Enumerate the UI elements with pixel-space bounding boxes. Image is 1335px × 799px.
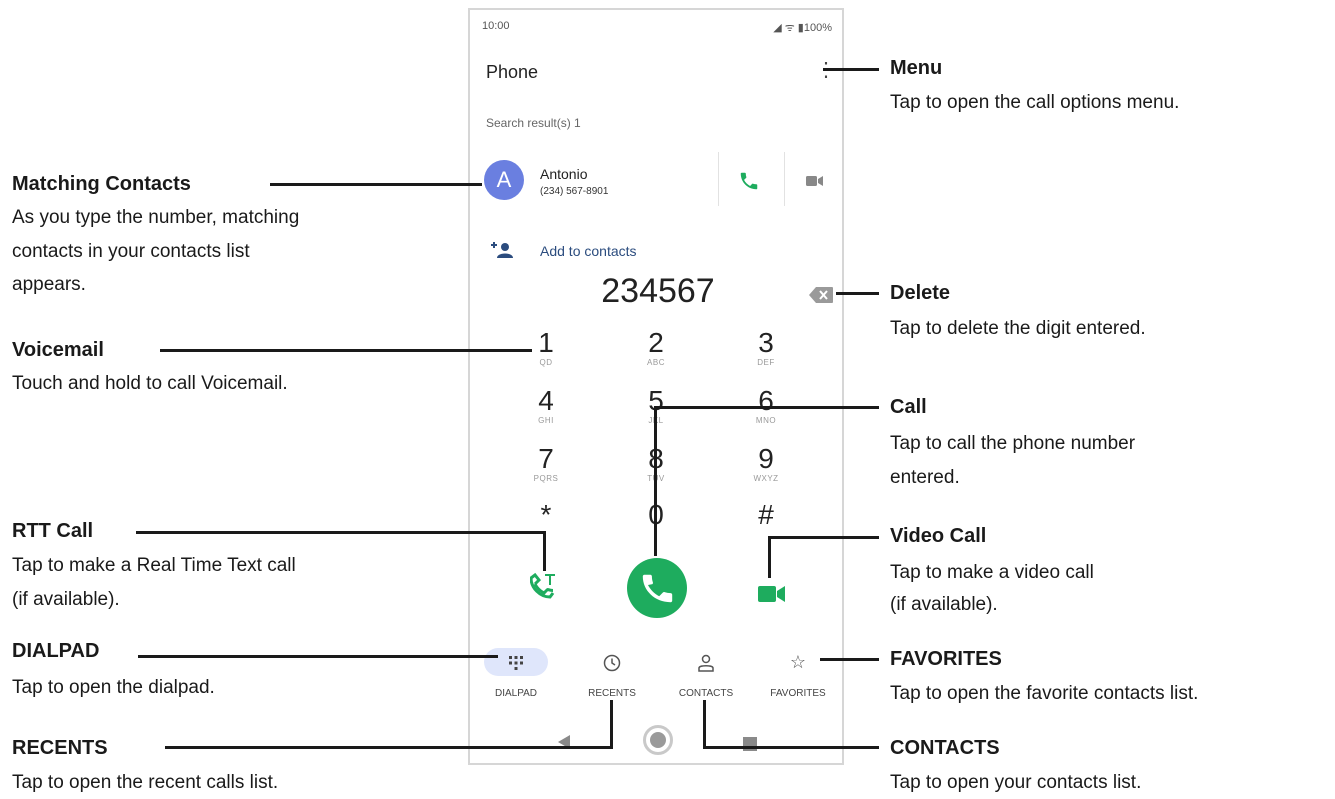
callout-line-video [770,536,879,539]
callout-voicemail-desc: Touch and hold to call Voicemail. [12,373,288,394]
key-2[interactable]: 2 ABC [626,328,686,368]
tab-dialpad-label[interactable]: DIALPAD [471,688,561,699]
clock-icon [603,652,621,672]
divider [784,152,785,206]
callout-contacts-desc: Tap to open your contacts list. [890,772,1142,793]
call-button[interactable] [627,558,687,618]
callout-rtt-title: RTT Call [12,520,94,542]
callout-delete-title: Delete [890,282,951,304]
callout-line-contacts-vertical [703,700,706,749]
tab-favorites-label[interactable]: FAVORITES [753,688,843,699]
callout-video-title: Video Call [890,525,987,547]
app-title: Phone [486,62,539,82]
key-star[interactable]: * [516,500,576,530]
tab-recents-label[interactable]: RECENTS [567,688,657,699]
callout-dialpad-desc: Tap to open the dialpad. [12,677,215,698]
callout-call-desc-2: entered. [890,467,960,488]
callout-rtt-desc-2: (if available). [12,589,120,610]
contact-video-icon[interactable] [806,174,824,193]
callout-favorites-title: FAVORITES [890,648,1002,670]
tab-favorites[interactable]: ☆ [766,648,830,676]
divider [718,152,719,206]
contact-number: (234) 567-8901 [540,186,609,197]
callout-line-voicemail [160,349,532,352]
callout-line-call-vertical [654,406,657,556]
callout-delete-desc: Tap to delete the digit entered. [890,318,1146,339]
matching-contact-row[interactable]: A Antonio (234) 567-8901 [470,150,846,210]
avatar: A [484,160,524,200]
status-indicators: ◢ ᯤ ▮100% [773,22,832,34]
backspace-icon[interactable] [808,286,834,309]
contact-call-icon[interactable] [738,170,760,197]
callout-menu-desc: Tap to open the call options menu. [890,92,1180,113]
contact-name: Antonio [540,166,588,182]
callout-line-dialpad [138,655,498,658]
back-nav-icon[interactable] [557,734,571,755]
add-to-contacts-link[interactable]: Add to contacts [540,243,637,259]
rtt-call-icon[interactable] [529,572,558,607]
person-icon [697,652,715,672]
phone-screen: 10:00 ◢ ᯤ ▮100% Phone ⋮ Search result(s)… [468,8,844,765]
callout-favorites-desc: Tap to open the favorite contacts list. [890,683,1199,704]
callout-line-rtt-vertical [543,531,546,571]
key-4[interactable]: 4 GHI [516,386,576,426]
callout-line-matching [270,183,482,186]
callout-video-desc-1: Tap to make a video call [890,562,1094,583]
tab-recents[interactable] [580,648,644,676]
callout-recents-desc: Tap to open the recent calls list. [12,772,279,793]
search-result-count: Search result(s) 1 [486,116,581,130]
callout-matching-desc-2: contacts in your contacts list [12,241,250,262]
callout-recents-title: RECENTS [12,737,108,759]
star-icon: ☆ [789,652,807,672]
callout-menu-title: Menu [890,57,943,79]
callout-line-call [655,406,879,409]
callout-call-desc-1: Tap to call the phone number [890,433,1136,454]
callout-line-menu [823,68,879,71]
callout-matching-title: Matching Contacts [12,173,191,195]
key-9[interactable]: 9 WXYZ [736,444,796,484]
dialpad-icon [508,652,524,672]
callout-line-favorites [820,658,879,661]
tab-contacts-label[interactable]: CONTACTS [661,688,751,699]
status-time: 10:00 [482,20,510,32]
tab-contacts[interactable] [674,648,738,676]
callout-rtt-desc-1: Tap to make a Real Time Text call [12,555,296,576]
callout-contacts-title: CONTACTS [890,737,1000,759]
callout-line-contacts [704,746,879,749]
video-call-icon[interactable] [758,584,786,609]
key-7[interactable]: 7 PQRS [516,444,576,484]
key-hash[interactable]: # [736,500,796,530]
callout-line-video-vertical [768,536,771,578]
callout-line-recents [165,746,613,749]
callout-dialpad-title: DIALPAD [12,640,100,662]
dialed-number: 234567 [601,272,715,310]
key-3[interactable]: 3 DEF [736,328,796,368]
tab-dialpad[interactable] [484,648,548,676]
key-1[interactable]: 1 QD [516,328,576,368]
callout-line-delete [836,292,879,295]
callout-voicemail-title: Voicemail [12,339,104,361]
add-contact-icon[interactable] [488,240,516,265]
home-nav-dot [650,732,666,748]
callout-matching-desc-3: appears. [12,274,86,295]
callout-video-desc-2: (if available). [890,594,998,615]
callout-line-rtt [136,531,546,534]
callout-line-recents-vertical [610,700,613,749]
callout-matching-desc-1: As you type the number, matching [12,207,300,228]
callout-call-title: Call [890,396,927,418]
